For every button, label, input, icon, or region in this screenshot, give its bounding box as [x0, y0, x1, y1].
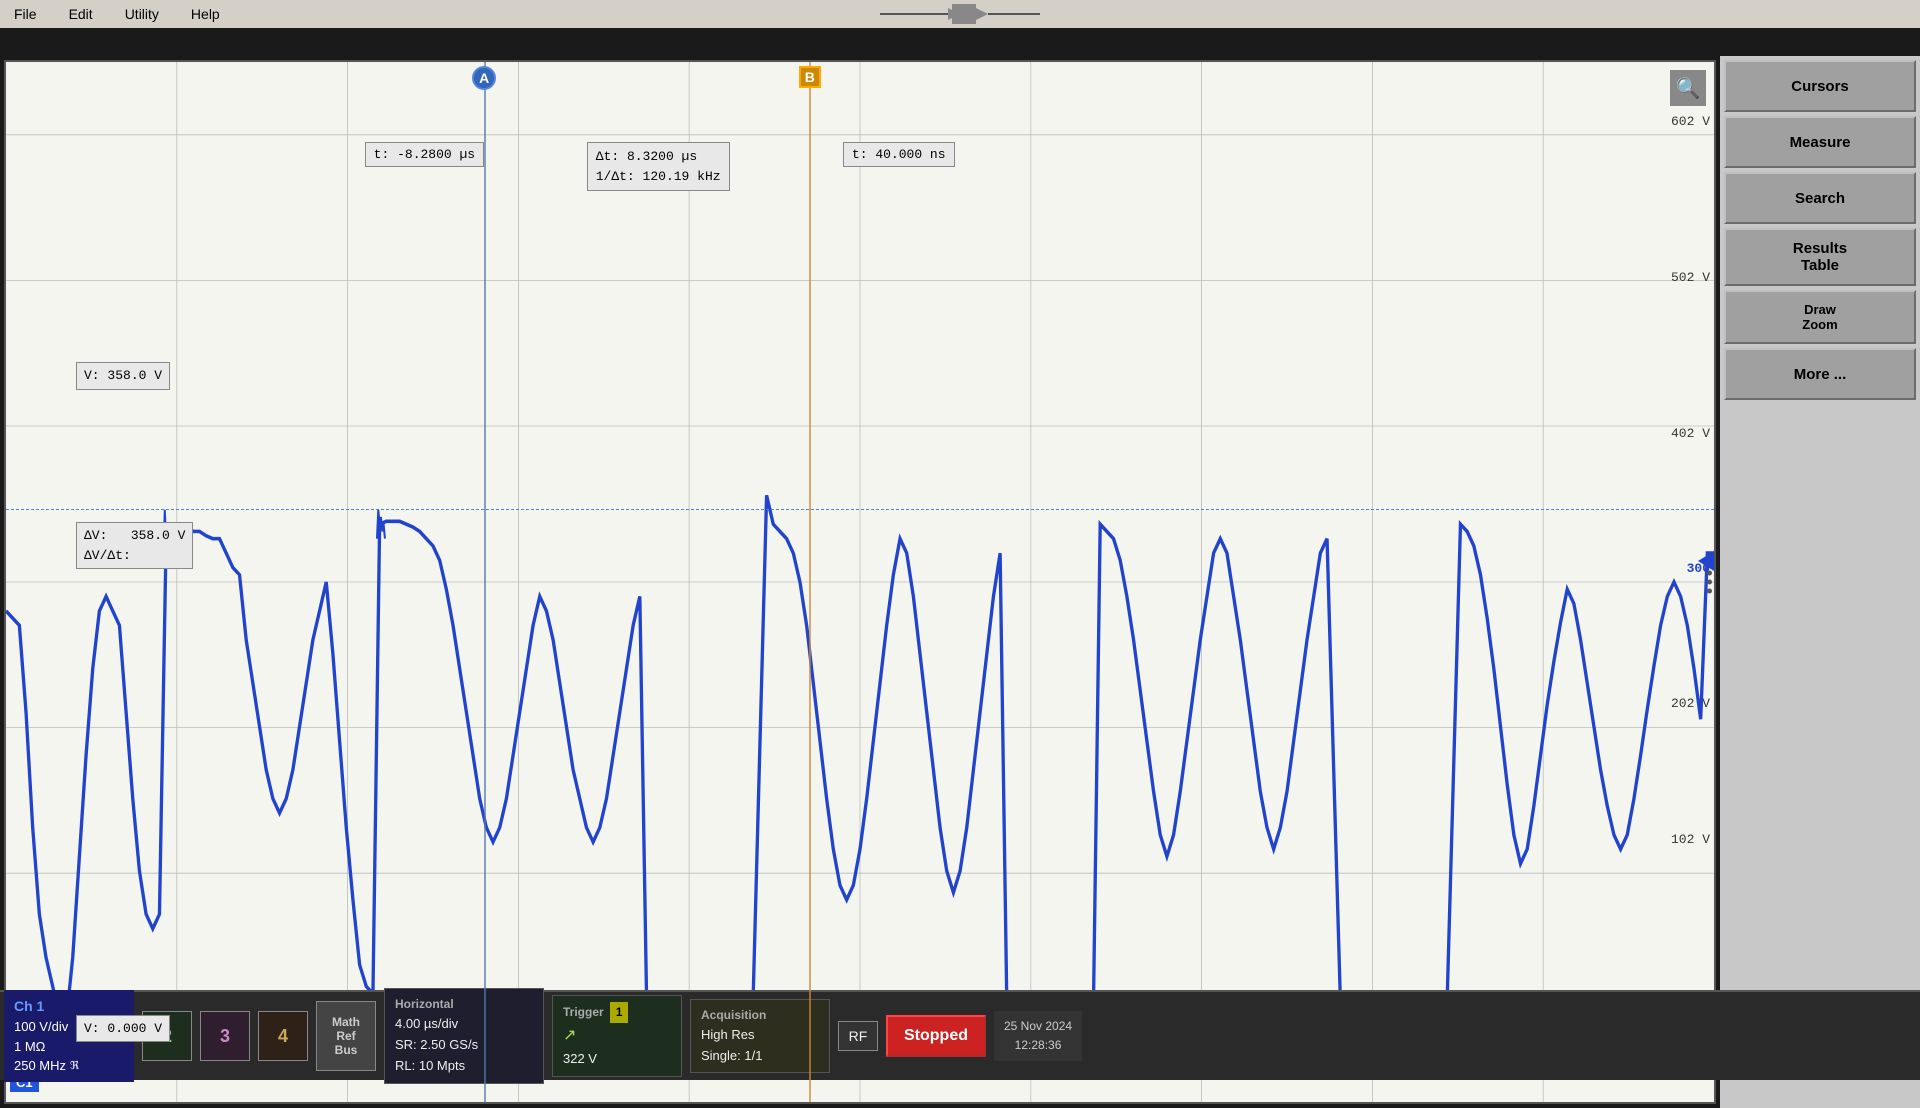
- cursor-a-line: [484, 62, 486, 1102]
- bandwidth-symbol: ℜ: [70, 1058, 79, 1075]
- menu-edit[interactable]: Edit: [63, 4, 99, 24]
- trigger-title: Trigger: [563, 1003, 604, 1022]
- volt-label-202: 202 V: [1671, 696, 1710, 711]
- scope-search-icon[interactable]: 🔍: [1670, 70, 1706, 106]
- rf-box[interactable]: RF: [838, 1021, 878, 1051]
- cursor-b-marker[interactable]: B: [799, 66, 821, 88]
- horizontal-title: Horizontal: [395, 995, 533, 1014]
- cursor-b-time-box: t: 40.000 ns: [843, 142, 955, 167]
- horizontal-sr: SR: 2.50 GS/s: [395, 1035, 533, 1056]
- scope-dots-menu[interactable]: [1707, 571, 1712, 594]
- results-table-button[interactable]: Results Table: [1724, 228, 1916, 286]
- menu-help[interactable]: Help: [185, 4, 226, 24]
- cursor-b-line: [809, 62, 811, 1102]
- grid-svg: [6, 62, 1714, 1102]
- ch4-button[interactable]: 4: [258, 1011, 308, 1061]
- horizontal-info-box[interactable]: Horizontal 4.00 µs/div SR: 2.50 GS/s RL:…: [384, 988, 544, 1084]
- cursor-a-marker[interactable]: A: [472, 66, 496, 90]
- stopped-button[interactable]: Stopped: [886, 1015, 986, 1057]
- datetime-box: 25 Nov 2024 12:28:36: [994, 1011, 1082, 1061]
- time-display: 12:28:36: [1004, 1036, 1072, 1055]
- math-ref-bus-button[interactable]: Math Ref Bus: [316, 1001, 376, 1071]
- acquisition-title: Acquisition: [701, 1006, 819, 1025]
- v-upper-box: V: 358.0 V: [76, 362, 170, 390]
- main-layout: A B t: -8.2800 µs Δt: 8.3200 µs 1/Δt: 12…: [0, 56, 1920, 1108]
- scope-screen[interactable]: A B t: -8.2800 µs Δt: 8.3200 µs 1/Δt: 12…: [4, 60, 1716, 1104]
- acquisition-mode: High Res: [701, 1025, 819, 1046]
- horizontal-time-div: 4.00 µs/div: [395, 1014, 533, 1035]
- search-button[interactable]: Search: [1724, 172, 1916, 224]
- cursor-h-line: [6, 509, 1714, 510]
- trigger-arrow-icon: ↗: [563, 1023, 671, 1049]
- trigger-level-arrow: [1698, 551, 1714, 571]
- trigger-bar-svg: [880, 0, 1040, 28]
- trigger-info-box[interactable]: Trigger 1 ↗ 322 V: [552, 995, 682, 1077]
- right-panel: Cursors Measure Search Results Table Dra…: [1720, 56, 1920, 1108]
- cursor-a-time-box: t: -8.2800 µs: [365, 142, 484, 167]
- acquisition-single: Single: 1/1: [701, 1046, 819, 1067]
- cursors-button[interactable]: Cursors: [1724, 60, 1916, 112]
- delta-box: Δt: 8.3200 µs 1/Δt: 120.19 kHz: [587, 142, 730, 191]
- volt-label-502: 502 V: [1671, 270, 1710, 285]
- trigger-badge: 1: [610, 1002, 629, 1023]
- waveform-svg: [6, 62, 1714, 1102]
- trigger-value: 322 V: [563, 1049, 671, 1070]
- draw-zoom-button[interactable]: Draw Zoom: [1724, 290, 1916, 344]
- measure-button[interactable]: Measure: [1724, 116, 1916, 168]
- bottom-bar: Ch 1 100 V/div 1 MΩ 250 MHz ℜ 2 3 4 Math…: [0, 990, 1920, 1080]
- menu-file[interactable]: File: [8, 4, 43, 24]
- volt-label-602: 602 V: [1671, 114, 1710, 129]
- date-display: 25 Nov 2024: [1004, 1017, 1072, 1036]
- ch3-button[interactable]: 3: [200, 1011, 250, 1061]
- menubar: File Edit Utility Help: [0, 0, 1920, 28]
- volt-label-102: 102 V: [1671, 832, 1710, 847]
- trigger-position-bar[interactable]: [880, 0, 1040, 28]
- ch1-bandwidth: 250 MHz ℜ: [14, 1056, 124, 1076]
- more-button[interactable]: More ...: [1724, 348, 1916, 400]
- volt-label-402: 402 V: [1671, 426, 1710, 441]
- menu-utility[interactable]: Utility: [119, 4, 165, 24]
- horizontal-rl: RL: 10 Mpts: [395, 1056, 533, 1077]
- v-lower-box: V: 0.000 V: [76, 1015, 170, 1043]
- dv-box: ΔV: 358.0 V ΔV/Δt:: [76, 522, 193, 569]
